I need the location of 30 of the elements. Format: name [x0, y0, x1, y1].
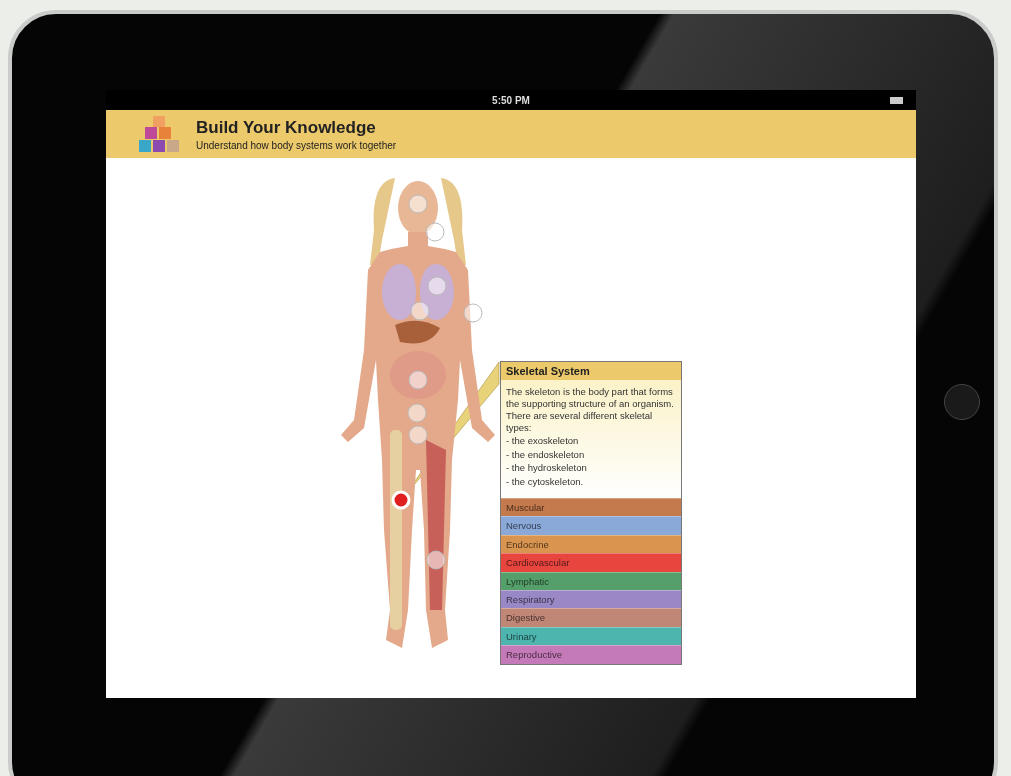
hotspot-marker[interactable]	[425, 222, 445, 242]
lungs-drawing	[382, 264, 454, 320]
panel-title: Skeletal System	[501, 362, 681, 380]
list-item: - the cytoskeleton.	[506, 474, 585, 488]
system-tab[interactable]: Muscular	[501, 498, 681, 517]
liver-drawing	[395, 320, 440, 344]
hotspot-marker[interactable]	[427, 276, 447, 296]
hotspot-marker[interactable]	[408, 370, 428, 390]
status-time: 5:50 PM	[492, 94, 530, 106]
hotspot-marker[interactable]	[463, 303, 483, 323]
panel-description: The skeleton is the body part that forms the supporting structure of an organism. There are several different skeletal types:	[506, 386, 675, 434]
app-title: Build Your Knowledge	[196, 117, 377, 138]
hotspot-marker[interactable]	[408, 194, 428, 214]
head-drawing	[398, 181, 438, 235]
intestines-drawing	[390, 351, 446, 399]
battery-icon	[890, 97, 904, 104]
system-tab[interactable]: Digestive	[501, 608, 681, 627]
app-subtitle: Understand how body systems work together	[196, 139, 397, 151]
list-item: - the exoskeleton	[506, 434, 580, 448]
hotspot-marker[interactable]	[426, 550, 446, 570]
system-tab[interactable]: Reproductive	[501, 645, 681, 664]
blocks-icon	[138, 114, 182, 154]
hotspot-marker[interactable]	[408, 425, 428, 445]
hotspot-marker[interactable]	[407, 403, 427, 423]
home-button[interactable]	[944, 384, 980, 420]
system-tab[interactable]: Cardiovascular	[501, 553, 681, 572]
list-item: - the hydroskeleton	[506, 461, 588, 475]
list-item: - the endoskeleton	[506, 447, 586, 461]
hotspot-marker[interactable]	[410, 301, 430, 321]
system-tab[interactable]: Nervous	[501, 516, 681, 535]
